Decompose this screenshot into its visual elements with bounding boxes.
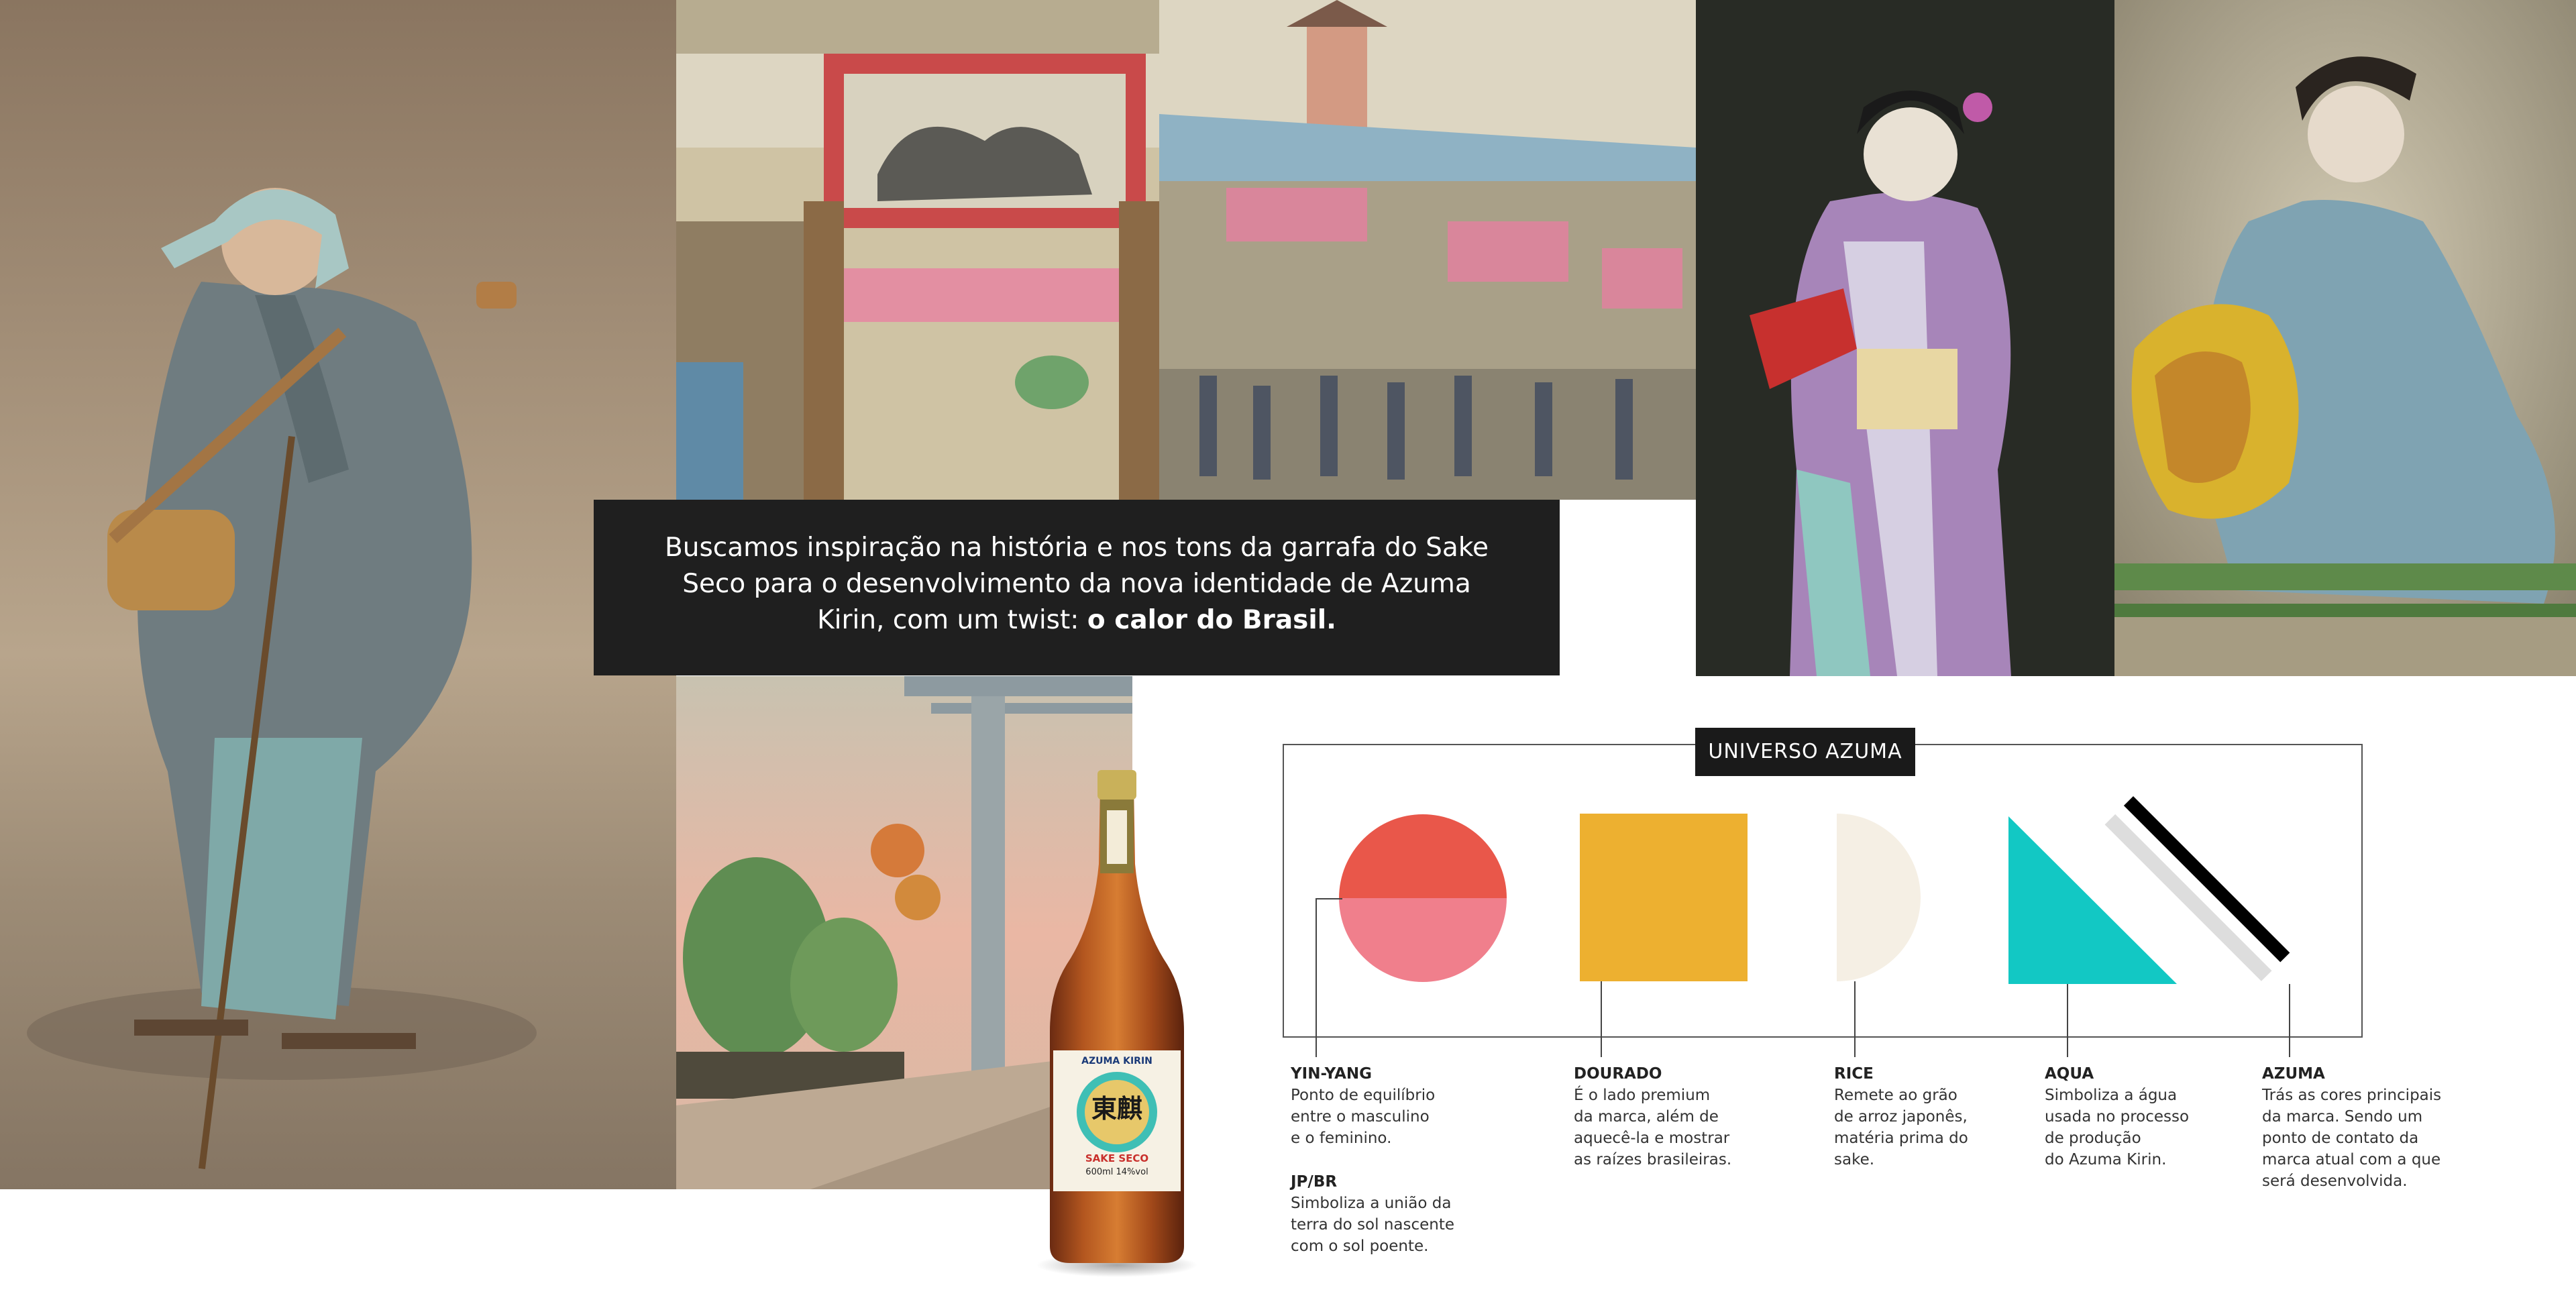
label-rice: RICE Remete ao grão de arroz japonês, ma… xyxy=(1834,1063,2035,1170)
leader-yin-yang xyxy=(1316,898,1342,899)
bottle-abv-value: 14%vol xyxy=(1116,1167,1148,1177)
leader-aqua xyxy=(2067,984,2068,1057)
bottle-kanji: 東麒 xyxy=(1091,1094,1142,1124)
label-azuma-line-4: marca atual com a que xyxy=(2262,1151,2441,1168)
leader-yin-yang-vertical xyxy=(1316,898,1317,1057)
universe-swatches xyxy=(1339,796,2290,984)
bottle-brand-label: AZUMA KIRIN xyxy=(1081,1056,1152,1066)
label-aqua-line-2: usada no processo xyxy=(2045,1108,2190,1126)
label-yin-yang-line-1: Ponto de equilíbrio xyxy=(1291,1087,1436,1104)
label-aqua: AQUA Simboliza a água usada no processo … xyxy=(2045,1063,2246,1170)
label-yin-yang-line-3: e o feminino. xyxy=(1291,1130,1392,1147)
label-dourado-line-2: da marca, além de xyxy=(1574,1108,1719,1126)
label-yin-yang-title: YIN-YANG xyxy=(1291,1065,1373,1083)
photo-street-gate xyxy=(676,0,1696,500)
bottle-product-label: SAKE SECO xyxy=(1085,1152,1149,1164)
label-azuma-title: AZUMA xyxy=(2262,1065,2325,1083)
label-jp-br-title: JP/BR xyxy=(1291,1173,1338,1191)
swatch-rice xyxy=(1837,814,1921,981)
label-azuma-line-1: Trás as cores principais xyxy=(2262,1087,2442,1104)
sake-bottle xyxy=(1033,763,1201,1280)
label-yin-yang-line-2: entre o masculino xyxy=(1291,1108,1430,1126)
bottle-volume: 600ml 14%vol xyxy=(1063,1167,1171,1177)
label-rice-line-4: sake. xyxy=(1834,1151,1875,1168)
label-jp-br: JP/BR Simboliza a união da terra do sol … xyxy=(1291,1171,1505,1257)
label-rice-line-2: de arroz japonês, xyxy=(1834,1108,1968,1126)
photo-geisha-seated xyxy=(2114,0,2576,676)
label-jp-br-line-2: terra do sol nascente xyxy=(1291,1216,1455,1234)
photo-geisha-fan xyxy=(1696,0,2114,676)
label-dourado: DOURADO É o lado premium da marca, além … xyxy=(1574,1063,1788,1170)
label-dourado-line-4: as raízes brasileiras. xyxy=(1574,1151,1732,1168)
leader-azuma xyxy=(2289,984,2290,1057)
intro-quote-emphasis: o calor do Brasil. xyxy=(1087,605,1336,635)
label-aqua-line-3: de produção xyxy=(2045,1130,2141,1147)
label-jp-br-line-1: Simboliza a união da xyxy=(1291,1195,1452,1212)
label-rice-line-3: matéria prima do xyxy=(1834,1130,1968,1147)
label-rice-line-1: Remete ao grão xyxy=(1834,1087,1957,1104)
label-azuma-line-2: da marca. Sendo um xyxy=(2262,1108,2423,1126)
swatch-dourado xyxy=(1580,814,1748,981)
photo-shamisen-player xyxy=(0,0,676,1189)
intro-quote-box: Buscamos inspiração na história e nos to… xyxy=(594,500,1560,675)
label-azuma-line-5: será desenvolvida. xyxy=(2262,1172,2408,1190)
label-dourado-line-3: aquecê-la e mostrar xyxy=(1574,1130,1730,1147)
swatch-yin-yang xyxy=(1339,814,1507,982)
label-azuma: AZUMA Trás as cores principais da marca.… xyxy=(2262,1063,2490,1192)
label-rice-title: RICE xyxy=(1834,1065,1874,1083)
label-aqua-line-1: Simboliza a água xyxy=(2045,1087,2178,1104)
label-azuma-line-3: ponto de contato da xyxy=(2262,1130,2419,1147)
intro-quote-text: Buscamos inspiração na história e nos to… xyxy=(664,533,1489,635)
leader-rice xyxy=(1854,981,1856,1057)
bottle-volume-value: 600ml xyxy=(1085,1167,1114,1177)
label-aqua-title: AQUA xyxy=(2045,1065,2094,1083)
label-aqua-line-4: do Azuma Kirin. xyxy=(2045,1151,2167,1168)
label-dourado-title: DOURADO xyxy=(1574,1065,1662,1083)
leader-dourado xyxy=(1601,981,1602,1057)
label-yin-yang: YIN-YANG Ponto de equilíbrio entre o mas… xyxy=(1291,1063,1492,1149)
label-jp-br-line-3: com o sol poente. xyxy=(1291,1238,1429,1255)
label-dourado-line-1: É o lado premium xyxy=(1574,1087,1711,1104)
